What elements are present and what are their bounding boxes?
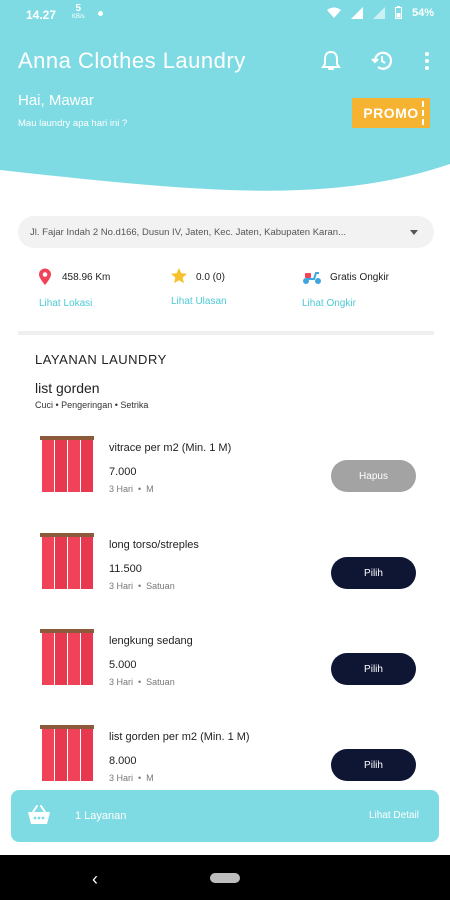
rating-value: 0.0 (0) — [196, 272, 225, 283]
greeting-subtitle: Mau laundry apa hari ini ? — [18, 118, 128, 129]
app-title: Anna Clothes Laundry — [18, 48, 246, 73]
divider — [18, 331, 434, 335]
service-meta: 3 Hari • M — [109, 773, 154, 783]
category-title: list gorden — [35, 380, 100, 396]
chevron-down-icon — [410, 230, 418, 235]
curtain-icon — [40, 725, 94, 781]
system-nav-bar: ‹ — [0, 855, 450, 900]
service-meta: 3 Hari • Satuan — [109, 581, 175, 591]
more-vert-icon[interactable] — [414, 48, 440, 74]
address-selector[interactable]: Jl. Fajar Indah 2 No.d166, Dusun IV, Jat… — [18, 216, 434, 248]
promo-button[interactable]: PROMO — [352, 98, 430, 128]
service-duration: 3 Hari — [109, 677, 134, 687]
header: 14.27 5 KB/s 54% Anna Clothes Laundry Ha… — [0, 0, 450, 200]
cell-signal-icon — [350, 6, 363, 19]
remove-button[interactable]: Hapus — [331, 460, 416, 492]
view-reviews-link[interactable]: Lihat Ulasan — [171, 296, 227, 307]
cell-signal-2-icon — [372, 6, 385, 19]
select-button[interactable]: Pilih — [331, 557, 416, 589]
service-unit: Satuan — [146, 581, 175, 591]
service-name: vitrace per m2 (Min. 1 M) — [109, 442, 232, 454]
service-name: list gorden per m2 (Min. 1 M) — [109, 731, 250, 743]
wifi-icon — [326, 7, 341, 18]
service-duration: 3 Hari — [109, 581, 134, 591]
service-price: 5.000 — [109, 659, 137, 671]
system-icons: 54% — [326, 6, 434, 19]
status-time: 14.27 — [26, 8, 57, 22]
status-bar: 14.27 5 KB/s 54% — [0, 0, 450, 30]
history-icon[interactable] — [369, 48, 395, 74]
basket-icon — [28, 805, 50, 824]
star-icon — [171, 268, 187, 284]
location-pin-icon — [39, 268, 51, 285]
service-meta: 3 Hari • Satuan — [109, 677, 175, 687]
battery-icon — [394, 6, 402, 19]
curtain-icon — [40, 436, 94, 492]
service-duration: 3 Hari — [109, 484, 134, 494]
distance-value: 458.96 Km — [62, 272, 111, 283]
scooter-icon — [303, 272, 321, 284]
notification-dot-icon — [98, 11, 103, 16]
service-unit: M — [146, 484, 154, 494]
address-text: Jl. Fajar Indah 2 No.d166, Dusun IV, Jat… — [30, 226, 346, 238]
curtain-icon — [40, 629, 94, 685]
greeting: Hai, Mawar — [18, 92, 94, 109]
shipping-value: Gratis Ongkir — [330, 272, 389, 283]
category-description: Cuci • Pengeringan • Setrika — [35, 400, 149, 410]
home-pill-icon[interactable] — [210, 873, 240, 883]
service-price: 8.000 — [109, 755, 137, 767]
view-detail-link[interactable]: Lihat Detail — [369, 810, 419, 821]
view-shipping-link[interactable]: Lihat Ongkir — [302, 298, 356, 309]
battery-percent: 54% — [411, 6, 434, 19]
network-speed: 5 KB/s — [72, 4, 85, 21]
view-location-link[interactable]: Lihat Lokasi — [39, 298, 92, 309]
service-unit: Satuan — [146, 677, 175, 687]
service-item: lengkung sedang 5.000 3 Hari • Satuan Pi… — [0, 629, 450, 719]
cart-count: 1 Layanan — [75, 810, 127, 822]
curtain-icon — [40, 533, 94, 589]
service-name: long torso/streples — [109, 539, 199, 551]
cart-summary-bar[interactable]: 1 Layanan Lihat Detail — [11, 790, 439, 842]
service-meta: 3 Hari • M — [109, 484, 154, 494]
bell-icon[interactable] — [318, 48, 344, 74]
service-item: long torso/streples 11.500 3 Hari • Satu… — [0, 533, 450, 623]
select-button[interactable]: Pilih — [331, 749, 416, 781]
service-duration: 3 Hari — [109, 773, 134, 783]
service-price: 7.000 — [109, 466, 137, 478]
network-speed-unit: KB/s — [72, 14, 85, 20]
back-icon[interactable]: ‹ — [92, 869, 98, 890]
section-title: LAYANAN LAUNDRY — [35, 352, 167, 367]
service-unit: M — [146, 773, 154, 783]
service-price: 11.500 — [109, 563, 142, 575]
service-name: lengkung sedang — [109, 635, 193, 647]
select-button[interactable]: Pilih — [331, 653, 416, 685]
service-item: vitrace per m2 (Min. 1 M) 7.000 3 Hari •… — [0, 436, 450, 526]
